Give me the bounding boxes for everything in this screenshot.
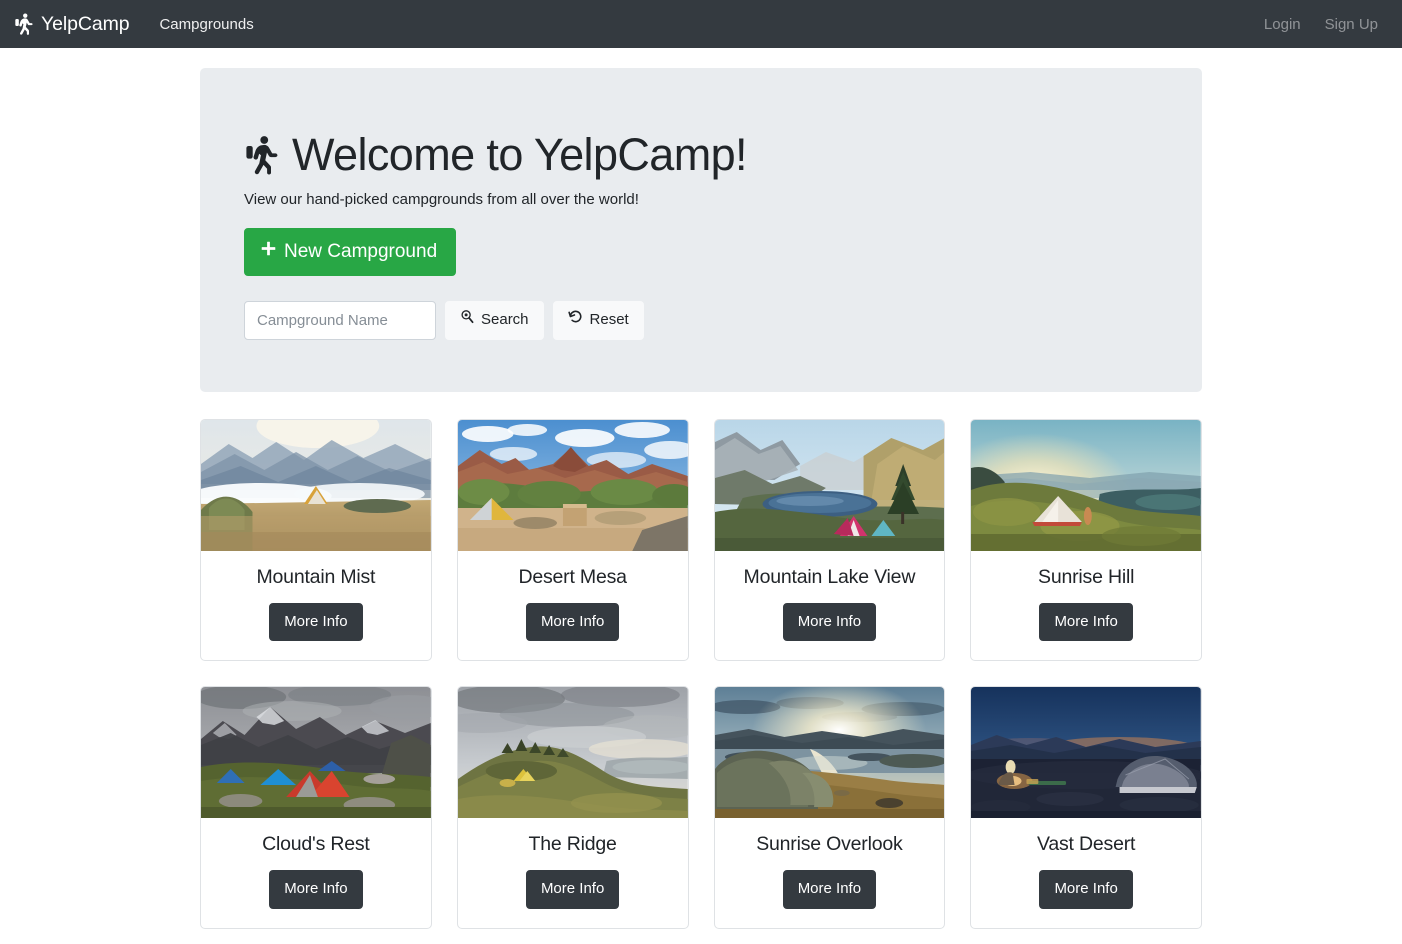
campground-card-body: Sunrise Overlook More Info — [715, 818, 945, 928]
campground-image — [201, 419, 431, 551]
campground-title: Vast Desert — [1037, 833, 1136, 855]
campground-card[interactable]: Desert Mesa More Info — [456, 418, 689, 661]
more-info-button[interactable]: More Info — [525, 602, 620, 641]
campground-card[interactable]: The Ridge More Info — [456, 686, 689, 929]
campground-image — [457, 419, 688, 551]
campground-card-body: Vast Desert More Info — [971, 818, 1201, 928]
campground-card-body: Cloud's Rest More Info — [201, 818, 431, 928]
plus-icon — [260, 238, 277, 267]
campground-image — [714, 419, 945, 551]
navbar: YelpCamp Campgrounds Login Sign Up — [0, 0, 1402, 48]
page-title: Welcome to YelpCamp! — [244, 130, 1158, 180]
rotate-left-icon — [567, 309, 583, 332]
campground-card-body: Sunrise Hill More Info — [971, 551, 1201, 661]
new-campground-button[interactable]: New Campground — [244, 227, 457, 276]
campground-card[interactable]: Sunrise Overlook More Info — [713, 686, 946, 929]
campground-card[interactable]: Mountain Mist More Info — [200, 418, 432, 661]
campground-card-body: Desert Mesa More Info — [458, 551, 688, 661]
more-info-button[interactable]: More Info — [269, 602, 363, 641]
campground-image — [201, 687, 431, 818]
campground-card[interactable]: Sunrise Hill More Info — [970, 418, 1202, 661]
more-info-button[interactable]: More Info — [782, 870, 877, 909]
campground-card-body: The Ridge More Info — [458, 818, 688, 928]
search-button-label: Search — [481, 311, 529, 328]
navbar-brand-label: YelpCamp — [41, 12, 130, 35]
campground-card[interactable]: Mountain Lake View More Info — [713, 418, 946, 661]
more-info-button[interactable]: More Info — [1039, 870, 1133, 909]
campground-image — [971, 687, 1201, 818]
jumbotron: Welcome to YelpCamp! View our hand-picke… — [200, 68, 1202, 392]
search-input[interactable] — [244, 301, 436, 340]
campground-title: Cloud's Rest — [262, 833, 370, 855]
campground-card[interactable]: Cloud's Rest More Info — [200, 686, 432, 929]
campground-title: Sunrise Overlook — [756, 833, 903, 855]
page-subtitle: View our hand-picked campgrounds from al… — [244, 190, 639, 208]
navbar-brand[interactable]: YelpCamp — [14, 12, 130, 36]
more-info-button[interactable]: More Info — [525, 870, 620, 909]
reset-button[interactable]: Reset — [552, 301, 644, 340]
campground-title: The Ridge — [528, 833, 617, 855]
campground-grid: Mountain Mist More Info Desert Mesa More… — [200, 418, 1202, 929]
search-location-icon — [460, 309, 474, 332]
nav-link-login[interactable]: Login — [1256, 12, 1309, 37]
reset-button-label: Reset — [589, 311, 629, 328]
search-button[interactable]: Search — [445, 301, 544, 340]
campground-card-body: Mountain Lake View More Info — [715, 551, 945, 661]
campground-image — [971, 419, 1201, 551]
campground-title: Mountain Mist — [256, 565, 376, 588]
campground-title: Sunrise Hill — [1038, 565, 1135, 588]
search-form: Search Reset — [244, 301, 1158, 340]
campground-title: Desert Mesa — [518, 565, 627, 588]
campground-image — [714, 687, 945, 818]
page-container: Welcome to YelpCamp! View our hand-picke… — [200, 48, 1202, 944]
campground-card-body: Mountain Mist More Info — [201, 551, 431, 661]
more-info-button[interactable]: More Info — [782, 602, 877, 641]
campground-card[interactable]: Vast Desert More Info — [970, 686, 1202, 929]
more-info-button[interactable]: More Info — [1039, 602, 1133, 641]
person-hiking-icon — [14, 13, 34, 35]
nav-link-campgrounds[interactable]: Campgrounds — [151, 12, 261, 37]
campground-image — [457, 687, 688, 818]
more-info-button[interactable]: More Info — [269, 870, 363, 909]
page-title-text: Welcome to YelpCamp! — [292, 129, 748, 180]
navbar-right: Login Sign Up — [1256, 12, 1386, 37]
new-campground-label: New Campground — [284, 240, 438, 262]
nav-link-signup[interactable]: Sign Up — [1317, 12, 1386, 37]
campground-title: Mountain Lake View — [743, 565, 916, 588]
person-hiking-icon — [244, 134, 280, 176]
